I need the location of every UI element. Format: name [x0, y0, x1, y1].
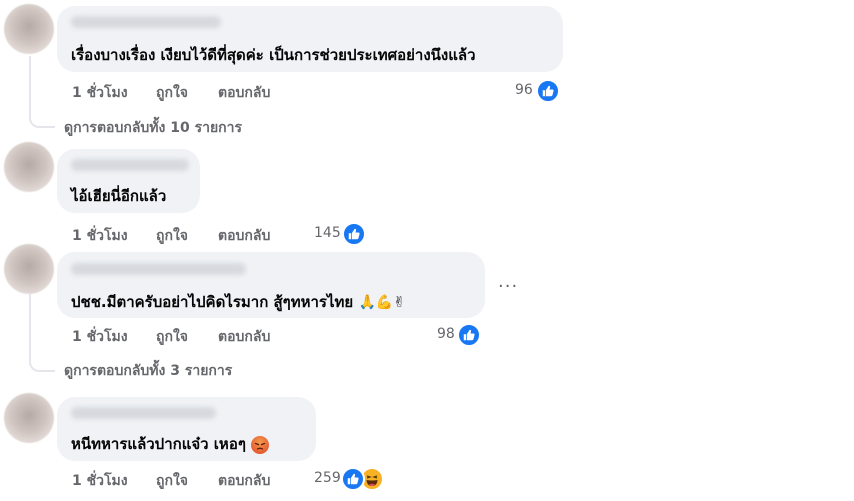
- like-link[interactable]: ถูกใจ: [156, 470, 188, 492]
- comment-text: หนีทหารแล้วปากแจ๋ว เหอๆ: [71, 432, 270, 456]
- comment-text-body: ปชช.มีตาครับอย่าไปคิดไรมาก สู้ๆทหารไทย: [71, 293, 354, 311]
- commenter-name-blurred[interactable]: [71, 16, 221, 28]
- like-link[interactable]: ถูกใจ: [156, 225, 188, 247]
- commenter-name-blurred[interactable]: [71, 407, 216, 419]
- comment-text: ปชช.มีตาครับอย่าไปคิดไรมาก สู้ๆทหารไทย 🙏…: [71, 290, 405, 314]
- comment-text-body: หนีทหารแล้วปากแจ๋ว เหอๆ: [71, 435, 246, 453]
- reaction-count[interactable]: 145: [314, 225, 341, 241]
- comment-bubble: ปชช.มีตาครับอย่าไปคิดไรมาก สู้ๆทหารไทย 🙏…: [57, 252, 485, 318]
- view-replies-link[interactable]: ดูการตอบกลับทั้ง 10 รายการ: [64, 117, 242, 139]
- thread-connector: [29, 56, 55, 128]
- comment-time[interactable]: 1 ชั่วโมง: [72, 82, 128, 104]
- commenter-avatar[interactable]: [4, 393, 54, 443]
- more-icon[interactable]: ···: [498, 276, 518, 297]
- reply-link[interactable]: ตอบกลับ: [218, 326, 270, 348]
- angry-emoji-icon: [251, 435, 270, 454]
- commenter-avatar[interactable]: [4, 244, 54, 294]
- comment-time[interactable]: 1 ชั่วโมง: [72, 326, 128, 348]
- reply-link[interactable]: ตอบกลับ: [218, 82, 270, 104]
- comment-time[interactable]: 1 ชั่วโมง: [72, 470, 128, 492]
- comment-emojis: 🙏💪✌: [358, 294, 406, 311]
- like-icon: [536, 79, 560, 103]
- view-replies-link[interactable]: ดูการตอบกลับทั้ง 3 รายการ: [64, 360, 232, 382]
- reply-link[interactable]: ตอบกลับ: [218, 470, 270, 492]
- reaction-count[interactable]: 98: [437, 326, 455, 342]
- comment-time[interactable]: 1 ชั่วโมง: [72, 225, 128, 247]
- commenter-name-blurred[interactable]: [71, 159, 189, 171]
- reaction-count[interactable]: 96: [515, 82, 533, 98]
- like-link[interactable]: ถูกใจ: [156, 326, 188, 348]
- commenter-name-blurred[interactable]: [71, 263, 246, 275]
- like-icon: [457, 323, 481, 347]
- comment-text: เรื่องบางเรื่อง เงียบไว้ดีที่สุดค่ะ เป็น…: [71, 46, 476, 64]
- comment-bubble: หนีทหารแล้วปากแจ๋ว เหอๆ: [57, 397, 316, 461]
- comment-text: ไอ้เฮียนี่อีกแล้ว: [71, 187, 167, 205]
- like-icon: [342, 222, 366, 246]
- like-link[interactable]: ถูกใจ: [156, 82, 188, 104]
- comment-bubble: เรื่องบางเรื่อง เงียบไว้ดีที่สุดค่ะ เป็น…: [57, 6, 563, 72]
- thread-connector: [29, 294, 55, 372]
- like-icon: [341, 467, 365, 491]
- comment-bubble: ไอ้เฮียนี่อีกแล้ว: [57, 149, 200, 213]
- reaction-count[interactable]: 259: [314, 470, 341, 486]
- commenter-avatar[interactable]: [4, 4, 54, 54]
- reply-link[interactable]: ตอบกลับ: [218, 225, 270, 247]
- commenter-avatar[interactable]: [4, 142, 54, 192]
